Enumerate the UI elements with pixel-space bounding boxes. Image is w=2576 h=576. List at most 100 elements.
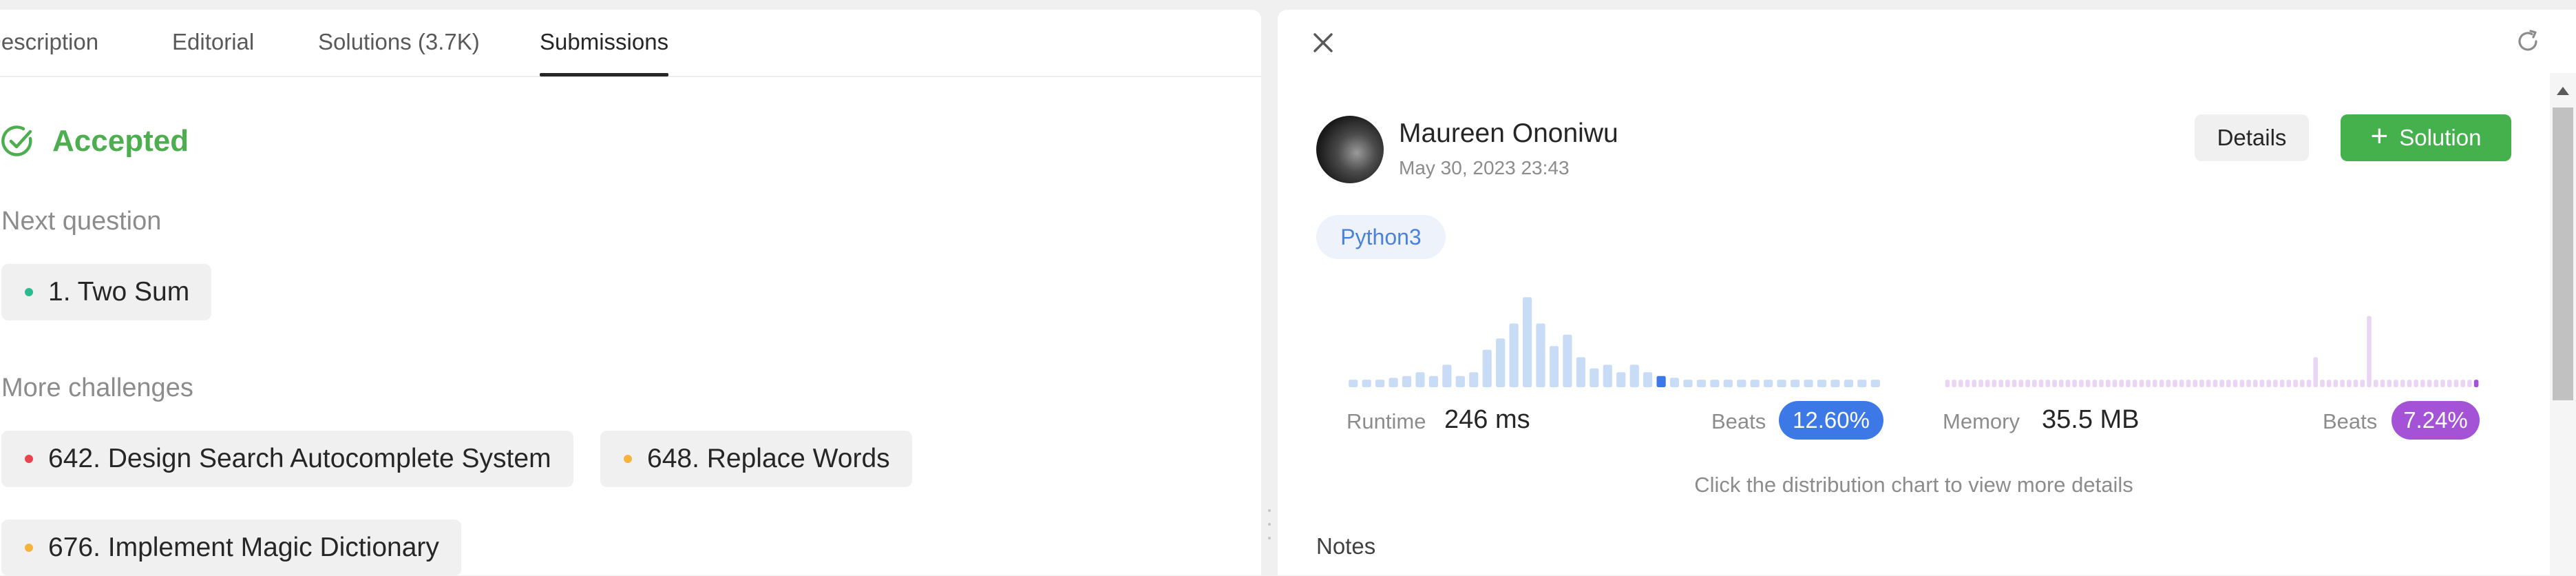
runtime-histogram-bar[interactable] bbox=[1629, 364, 1639, 387]
memory-histogram-bar[interactable] bbox=[2052, 380, 2057, 387]
memory-histogram-bar[interactable] bbox=[2460, 380, 2465, 387]
memory-histogram-bar[interactable] bbox=[2045, 380, 2050, 387]
runtime-histogram-bar[interactable] bbox=[1428, 376, 1438, 387]
tab-description[interactable]: Description bbox=[0, 29, 98, 55]
memory-histogram-bar[interactable] bbox=[1945, 380, 1950, 387]
runtime-histogram-bar[interactable] bbox=[1710, 380, 1720, 387]
memory-histogram-bar[interactable] bbox=[2313, 357, 2318, 388]
memory-histogram-bar[interactable] bbox=[2300, 380, 2305, 387]
runtime-histogram-bar[interactable] bbox=[1362, 380, 1371, 387]
memory-histogram-bar[interactable] bbox=[2340, 380, 2345, 387]
memory-histogram-bar[interactable] bbox=[2025, 380, 2030, 387]
memory-histogram-bar[interactable] bbox=[1978, 380, 1983, 387]
post-solution-button[interactable]: + Solution bbox=[2341, 114, 2511, 161]
memory-histogram-bar[interactable] bbox=[2473, 380, 2479, 387]
memory-histogram-bar[interactable] bbox=[2387, 380, 2392, 387]
memory-histogram-bar[interactable] bbox=[2179, 380, 2184, 387]
avatar[interactable] bbox=[1316, 116, 1384, 183]
memory-histogram-bar[interactable] bbox=[2159, 380, 2164, 387]
memory-histogram-bar[interactable] bbox=[2306, 380, 2312, 387]
memory-histogram-bar[interactable] bbox=[2166, 380, 2171, 387]
memory-histogram-bar[interactable] bbox=[2226, 380, 2231, 387]
runtime-histogram-bar[interactable] bbox=[1857, 380, 1867, 387]
runtime-histogram-bar[interactable] bbox=[1791, 380, 1800, 387]
memory-histogram-bar[interactable] bbox=[2279, 380, 2285, 387]
runtime-histogram-bar[interactable] bbox=[1830, 380, 1840, 387]
memory-histogram-bar[interactable] bbox=[2085, 380, 2091, 387]
scrollbar-thumb[interactable] bbox=[2553, 107, 2573, 400]
runtime-histogram-bar[interactable] bbox=[1616, 372, 1626, 387]
runtime-histogram-bar[interactable] bbox=[1375, 380, 1385, 387]
challenge-link[interactable]: 676. Implement Magic Dictionary bbox=[1, 520, 461, 576]
memory-histogram-bar[interactable] bbox=[1972, 380, 1977, 387]
memory-histogram-bar[interactable] bbox=[2447, 380, 2452, 387]
memory-histogram-bar[interactable] bbox=[2186, 380, 2191, 387]
refresh-icon[interactable] bbox=[2515, 29, 2540, 54]
tab-editorial[interactable]: Editorial bbox=[172, 29, 254, 55]
challenge-link[interactable]: 642. Design Search Autocomplete System bbox=[1, 431, 573, 487]
memory-histogram-bar[interactable] bbox=[2072, 380, 2077, 387]
scroll-up-icon[interactable] bbox=[2557, 87, 2569, 95]
memory-histogram-bar[interactable] bbox=[2106, 380, 2111, 387]
runtime-histogram-bar[interactable] bbox=[1549, 346, 1559, 387]
memory-histogram-bar[interactable] bbox=[2360, 380, 2365, 387]
memory-histogram-bar[interactable] bbox=[2326, 380, 2332, 387]
memory-histogram-bar[interactable] bbox=[2420, 380, 2425, 387]
memory-histogram-bar[interactable] bbox=[2266, 380, 2271, 387]
memory-histogram-bar[interactable] bbox=[2092, 380, 2098, 387]
runtime-histogram-bar[interactable] bbox=[1669, 378, 1680, 387]
memory-histogram-bar[interactable] bbox=[2407, 380, 2412, 387]
memory-histogram-bar[interactable] bbox=[1952, 380, 1956, 387]
runtime-histogram-bar[interactable] bbox=[1683, 380, 1693, 387]
memory-histogram-bar[interactable] bbox=[2038, 380, 2044, 387]
memory-histogram-bar[interactable] bbox=[2380, 380, 2385, 387]
memory-histogram-bar[interactable] bbox=[2286, 380, 2292, 387]
next-question-link[interactable]: 1. Two Sum bbox=[1, 264, 212, 320]
runtime-histogram-bar[interactable] bbox=[1509, 323, 1519, 388]
details-button[interactable]: Details bbox=[2195, 114, 2309, 161]
memory-histogram-bar[interactable] bbox=[2199, 380, 2204, 387]
tab-solutions[interactable]: Solutions (3.7K) bbox=[318, 29, 480, 55]
runtime-histogram-bar[interactable] bbox=[1469, 372, 1479, 387]
memory-histogram-bar[interactable] bbox=[2467, 380, 2472, 387]
memory-histogram-bar[interactable] bbox=[2320, 380, 2325, 387]
memory-histogram-bar[interactable] bbox=[2112, 380, 2118, 387]
runtime-histogram-bar[interactable] bbox=[1643, 372, 1653, 387]
memory-histogram-bar[interactable] bbox=[1985, 380, 1990, 387]
runtime-histogram-bar[interactable] bbox=[1764, 380, 1773, 387]
runtime-histogram-bar[interactable] bbox=[1603, 364, 1612, 387]
memory-histogram-bar[interactable] bbox=[2173, 380, 2177, 387]
memory-histogram-bar[interactable] bbox=[2273, 380, 2278, 387]
challenge-link[interactable]: 648. Replace Words bbox=[600, 431, 912, 487]
memory-histogram-bar[interactable] bbox=[2252, 380, 2258, 387]
memory-histogram-bar[interactable] bbox=[2353, 380, 2358, 387]
memory-histogram-bar[interactable] bbox=[2367, 316, 2372, 387]
runtime-distribution-chart[interactable] bbox=[1347, 289, 1882, 387]
runtime-histogram-bar[interactable] bbox=[1737, 380, 1746, 387]
runtime-histogram-bar[interactable] bbox=[1576, 357, 1585, 388]
memory-histogram-bar[interactable] bbox=[2347, 380, 2352, 387]
memory-histogram-bar[interactable] bbox=[2246, 380, 2251, 387]
memory-histogram-bar[interactable] bbox=[2453, 380, 2459, 387]
memory-histogram-bar[interactable] bbox=[2119, 380, 2124, 387]
memory-histogram-bar[interactable] bbox=[2146, 380, 2151, 387]
runtime-histogram-bar[interactable] bbox=[1349, 380, 1358, 387]
runtime-histogram-bar[interactable] bbox=[1415, 372, 1425, 387]
memory-histogram-bar[interactable] bbox=[2153, 380, 2157, 387]
memory-histogram-bar[interactable] bbox=[2193, 380, 2197, 387]
runtime-histogram-bar[interactable] bbox=[1523, 297, 1532, 387]
memory-histogram-bar[interactable] bbox=[2058, 380, 2064, 387]
memory-histogram-bar[interactable] bbox=[2139, 380, 2144, 387]
memory-histogram-bar[interactable] bbox=[2018, 380, 2024, 387]
memory-histogram-bar[interactable] bbox=[2427, 380, 2432, 387]
panel-resize-handle[interactable] bbox=[1264, 10, 1275, 575]
runtime-histogram-bar[interactable] bbox=[1563, 334, 1572, 387]
runtime-histogram-bar[interactable] bbox=[1455, 376, 1465, 387]
memory-histogram-bar[interactable] bbox=[2414, 380, 2418, 387]
memory-histogram-bar[interactable] bbox=[2065, 380, 2071, 387]
memory-histogram-bar[interactable] bbox=[2132, 380, 2137, 387]
memory-histogram-bar[interactable] bbox=[2434, 380, 2439, 387]
memory-histogram-bar[interactable] bbox=[2099, 380, 2104, 387]
runtime-histogram-bar[interactable] bbox=[1696, 380, 1706, 387]
runtime-histogram-bar[interactable] bbox=[1777, 380, 1786, 387]
